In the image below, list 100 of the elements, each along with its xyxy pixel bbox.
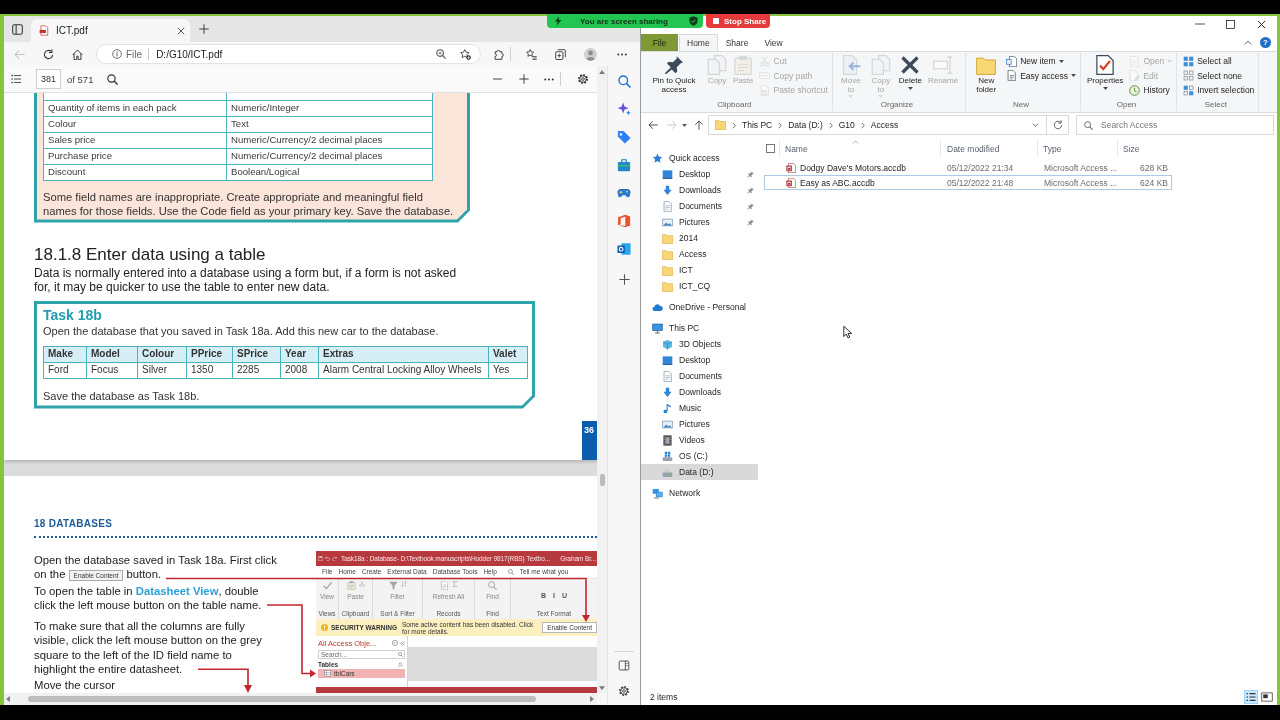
list-icon[interactable] xyxy=(11,74,21,84)
ribbon-button[interactable]: Easy access xyxy=(1006,68,1076,83)
ribbon-tab[interactable]: View xyxy=(756,34,791,51)
scrollbar[interactable] xyxy=(597,66,607,693)
refresh-button[interactable] xyxy=(1047,115,1069,135)
nav-item[interactable]: Videos xyxy=(641,432,758,448)
close-icon[interactable] xyxy=(177,26,185,35)
nav-item[interactable]: Pictures xyxy=(641,416,758,432)
search-field[interactable]: Search Access xyxy=(1076,115,1274,135)
plus-icon[interactable] xyxy=(199,24,209,34)
scrollbar-thumb[interactable] xyxy=(599,474,605,486)
address-bar[interactable]: This PC Data (D:) G10 Access xyxy=(708,115,1047,135)
chevron-right-icon[interactable] xyxy=(778,121,783,129)
ribbon-button[interactable]: History xyxy=(1129,83,1173,98)
address-bar[interactable]: File D:/G10/ICT.pdf xyxy=(96,44,481,64)
column-header[interactable]: Type xyxy=(1037,140,1117,157)
nav-item[interactable]: 3D Objects xyxy=(641,336,758,352)
nav-item[interactable]: Data (D:) xyxy=(641,464,758,480)
scrollbar[interactable] xyxy=(4,693,597,705)
browser-tab[interactable]: ICT.pdf xyxy=(31,19,190,42)
nav-item[interactable]: Music xyxy=(641,400,758,416)
ribbon-button[interactable]: Pin to Quick access xyxy=(644,53,704,100)
nav-item[interactable]: Access xyxy=(641,246,758,262)
nav-item[interactable]: Quick access xyxy=(641,150,758,166)
more-icon[interactable] xyxy=(617,52,627,56)
nav-item[interactable]: 2014 xyxy=(641,230,758,246)
nav-item[interactable]: ICT xyxy=(641,262,758,278)
gamepad-icon[interactable] xyxy=(617,186,631,200)
list-icon[interactable] xyxy=(1245,690,1257,703)
page-number-field[interactable]: 381 xyxy=(36,69,61,89)
profile-avatar-icon[interactable] xyxy=(584,47,597,61)
settings-icon[interactable] xyxy=(577,73,589,85)
search-icon[interactable] xyxy=(107,73,119,85)
caret-right-icon[interactable] xyxy=(590,696,594,702)
star-list-icon[interactable] xyxy=(526,48,537,60)
nav-item[interactable]: Network xyxy=(641,485,758,501)
refresh-icon[interactable] xyxy=(43,48,54,60)
sparkle-icon[interactable] xyxy=(617,102,631,116)
ribbon-button[interactable]: New folder xyxy=(969,53,1004,100)
ribbon-button[interactable]: Select none xyxy=(1183,68,1255,83)
plus-icon[interactable] xyxy=(519,74,529,84)
plus-icon[interactable] xyxy=(618,274,630,285)
zoom-in-icon[interactable] xyxy=(436,49,446,59)
nav-item[interactable]: Desktop xyxy=(641,166,758,182)
more-icon[interactable] xyxy=(544,77,554,81)
tag-icon[interactable] xyxy=(617,130,631,144)
home-icon[interactable] xyxy=(72,48,83,60)
image-icon[interactable] xyxy=(1261,690,1273,703)
caret-down-icon[interactable] xyxy=(599,686,605,690)
nav-item[interactable]: Downloads xyxy=(641,384,758,400)
app-icon[interactable] xyxy=(617,214,631,228)
ribbon-button[interactable]: Select all xyxy=(1183,54,1255,69)
nav-item[interactable]: Desktop xyxy=(641,352,758,368)
ribbon-button[interactable]: Delete xyxy=(895,53,925,100)
nav-item[interactable]: OS (C:) xyxy=(641,448,758,464)
chevron-right-icon[interactable] xyxy=(732,121,736,129)
scrollbar-thumb[interactable] xyxy=(28,696,536,702)
mail-icon[interactable] xyxy=(617,242,631,256)
select-all-checkbox[interactable] xyxy=(766,144,775,153)
chevron-right-icon[interactable] xyxy=(828,121,833,129)
split-screen-icon[interactable] xyxy=(618,660,630,671)
ribbon-tab[interactable]: Share xyxy=(717,34,757,51)
puzzle-icon[interactable] xyxy=(493,48,504,60)
close-icon[interactable] xyxy=(1257,19,1266,29)
stacked-squares-icon[interactable] xyxy=(555,48,566,60)
file-row[interactable]: Easy as ABC.accdb 05/12/2022 21:48 Microsoft Access ... 624 KB xyxy=(764,175,1172,190)
briefcase-icon[interactable] xyxy=(617,158,631,172)
nav-item[interactable]: Downloads xyxy=(641,182,758,198)
panel-icon[interactable] xyxy=(12,23,23,35)
nav-item[interactable]: OneDrive - Personal xyxy=(641,299,758,315)
chevron-down-icon[interactable] xyxy=(1032,123,1039,127)
maximize-icon[interactable] xyxy=(1226,19,1235,29)
chevron-right-icon[interactable] xyxy=(860,121,865,129)
chevron-up-icon[interactable] xyxy=(1244,40,1252,45)
nav-item[interactable]: Pictures xyxy=(641,214,758,230)
breadcrumb[interactable]: This PC xyxy=(742,120,773,130)
nav-item[interactable]: This PC xyxy=(641,320,758,336)
stop-share-button[interactable]: Stop Share xyxy=(706,14,770,28)
ribbon-button[interactable]: Invert selection xyxy=(1183,83,1255,98)
settings-icon[interactable] xyxy=(618,685,630,697)
star-plus-icon[interactable] xyxy=(460,48,471,60)
back-icon[interactable] xyxy=(648,120,658,130)
breadcrumb[interactable]: Data (D:) xyxy=(788,120,823,130)
nav-item[interactable]: ICT_CQ xyxy=(641,278,758,294)
file-row[interactable]: Dodgy Dave's Motors.accdb 05/12/2022 21:34 Microsoft Access ... 628 KB xyxy=(764,160,1172,175)
column-header[interactable]: Date modified xyxy=(940,140,1037,157)
caret-up-icon[interactable] xyxy=(599,70,605,74)
caret-down-icon[interactable] xyxy=(682,123,687,127)
column-header[interactable]: Name xyxy=(779,140,940,157)
breadcrumb[interactable]: Access xyxy=(870,120,899,130)
help-button[interactable]: ? xyxy=(1260,37,1271,48)
nav-item[interactable]: Documents xyxy=(641,368,758,384)
ribbon-tab[interactable]: Home xyxy=(679,34,718,51)
nav-item[interactable]: Documents xyxy=(641,198,758,214)
ribbon-button[interactable]: Properties xyxy=(1083,53,1127,100)
ribbon-tab[interactable]: File xyxy=(641,34,678,51)
up-arrow-icon[interactable] xyxy=(694,120,704,130)
ribbon-button[interactable]: New item xyxy=(1006,54,1076,69)
caret-left-icon[interactable] xyxy=(6,696,10,702)
column-header[interactable]: Size xyxy=(1117,140,1171,157)
